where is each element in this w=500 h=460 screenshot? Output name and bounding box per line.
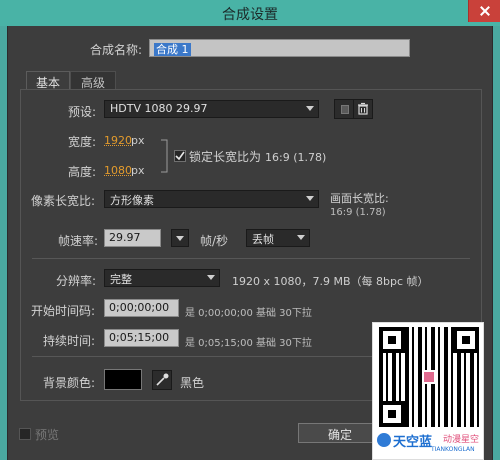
close-button[interactable]: [468, 0, 500, 22]
frame-rate-unit: 帧/秒: [200, 234, 229, 248]
lock-aspect-label: 锁定长宽比为: [189, 150, 262, 164]
start-timecode-info: 是 0;00;00;00 基础 30下拉: [185, 308, 312, 319]
qr-finder-marker: [379, 401, 405, 427]
chevron-down-icon: [297, 235, 305, 240]
qr-code-image: [379, 327, 479, 427]
chevron-down-icon: [306, 196, 314, 201]
start-timecode-label: 开始时间码:: [31, 304, 96, 318]
save-icon: [341, 105, 349, 114]
width-value[interactable]: 1920: [104, 134, 132, 147]
save-preset-button[interactable]: [334, 99, 354, 119]
link-bracket-icon: [161, 139, 168, 173]
preview-checkbox[interactable]: [19, 428, 31, 440]
preset-label: 预设:: [68, 105, 97, 119]
brand-sub: 动漫星空: [443, 435, 480, 445]
height-label: 高度:: [68, 165, 97, 179]
comp-name-label: 合成名称:: [90, 43, 143, 57]
frame-rate-value: 29.97: [109, 231, 141, 244]
width-label: 宽度:: [68, 135, 97, 149]
frame-rate-label: 帧速率:: [58, 234, 99, 248]
resolution-value: 完整: [110, 273, 132, 286]
pixel-aspect-value: 方形像素: [110, 194, 154, 207]
qr-finder-marker: [379, 327, 405, 353]
chevron-down-icon: [207, 275, 215, 280]
resolution-dropdown[interactable]: 完整: [104, 269, 220, 287]
preset-value: HDTV 1080 29.97: [110, 102, 208, 115]
eyedropper-icon: [156, 373, 169, 386]
comp-name-value: 合成 1: [154, 43, 191, 56]
height-unit: px: [131, 164, 145, 177]
checkmark-icon: [175, 151, 185, 161]
width-unit: px: [131, 134, 145, 147]
drop-frame-value: 丢帧: [252, 233, 274, 246]
qr-logo-icon: [422, 370, 436, 384]
ok-button[interactable]: 确定: [298, 423, 382, 443]
delete-preset-button[interactable]: [353, 99, 373, 119]
resolution-info: 1920 x 1080，7.9 MB（每 8bpc 帧）: [232, 275, 429, 288]
chevron-down-icon: [176, 236, 184, 241]
preview-label: 预览: [35, 428, 60, 442]
lock-aspect-checkbox[interactable]: [174, 150, 186, 162]
pixel-aspect-label: 像素长宽比:: [31, 194, 96, 208]
frame-aspect-label: 画面长宽比:: [330, 192, 389, 205]
resolution-label: 分辨率:: [56, 274, 97, 288]
qr-finder-marker: [453, 327, 479, 353]
duration-label: 持续时间:: [43, 334, 96, 348]
comp-name-input[interactable]: 合成 1: [149, 39, 410, 57]
drop-frame-dropdown[interactable]: 丢帧: [246, 229, 310, 247]
title-bar: 合成设置: [0, 0, 500, 26]
background-color-name: 黑色: [180, 376, 205, 390]
lock-aspect-value: 16:9 (1.78): [265, 151, 327, 164]
duration-input[interactable]: 0;05;15;00: [104, 329, 179, 347]
background-color-label: 背景颜色:: [43, 376, 96, 390]
frame-rate-dropdown[interactable]: [171, 229, 189, 247]
start-timecode-value: 0;00;00;00: [109, 301, 170, 314]
background-color-swatch[interactable]: [104, 369, 142, 390]
window-title: 合成设置: [222, 7, 278, 23]
brand-name-cn: 天空蓝: [393, 435, 433, 450]
trash-icon: [358, 102, 368, 115]
brand-mark-icon: [377, 433, 391, 447]
tab-basic[interactable]: 基本: [26, 71, 70, 90]
tab-advanced[interactable]: 高级: [70, 71, 116, 90]
height-value[interactable]: 1080: [104, 164, 132, 177]
chevron-down-icon: [306, 106, 314, 111]
brand-name-en: TIANKONGLAN: [431, 446, 475, 453]
start-timecode-input[interactable]: 0;00;00;00: [104, 299, 179, 317]
brand-logo: 天空蓝 动漫星空 TIANKONGLAN: [373, 429, 485, 459]
duration-info: 是 0;05;15;00 基础 30下拉: [185, 338, 312, 349]
duration-value: 0;05;15;00: [109, 331, 170, 344]
divider: [32, 258, 470, 259]
preset-dropdown[interactable]: HDTV 1080 29.97: [104, 100, 319, 118]
qr-code-watermark: 天空蓝 动漫星空 TIANKONGLAN: [372, 322, 484, 460]
frame-rate-input[interactable]: 29.97: [104, 229, 161, 247]
eyedropper-button[interactable]: [152, 370, 172, 390]
frame-aspect-value: 16:9 (1.78): [330, 207, 386, 218]
pixel-aspect-dropdown[interactable]: 方形像素: [104, 190, 319, 208]
